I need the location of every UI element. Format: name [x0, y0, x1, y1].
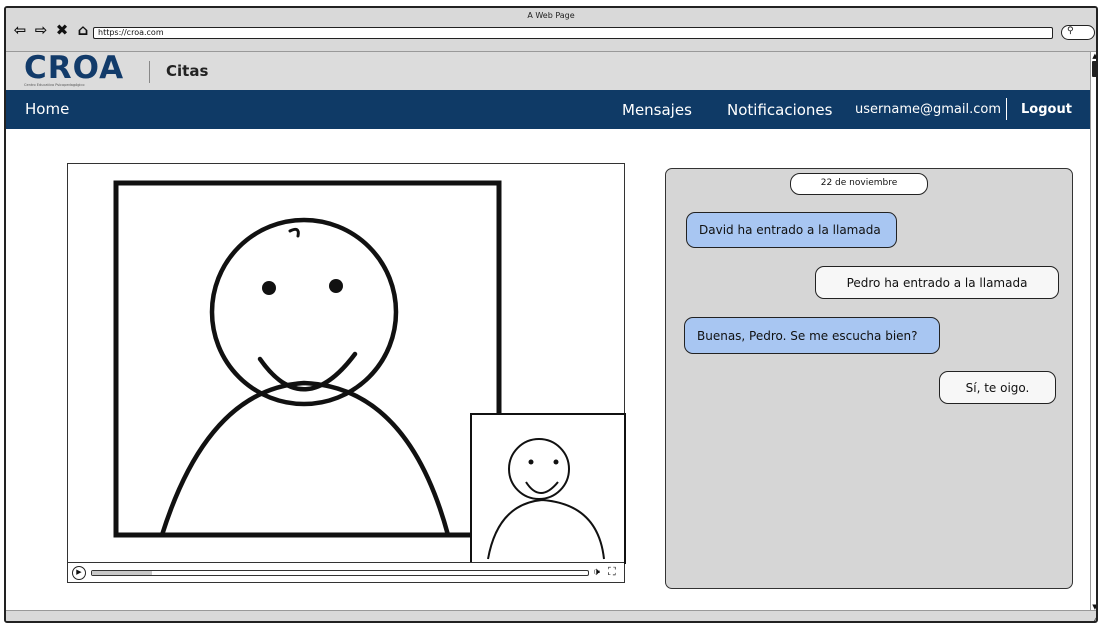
forward-icon[interactable]: ⇨: [32, 21, 50, 39]
chat-message: Buenas, Pedro. Se me escucha bien?: [684, 317, 940, 354]
play-icon[interactable]: ▶: [72, 566, 86, 580]
nav-home-link[interactable]: Home: [25, 100, 69, 118]
nav-divider: [1006, 98, 1007, 120]
app-header: CROA Centro Educativo Psicopedagógico Ci…: [6, 52, 1090, 90]
url-bar[interactable]: https://croa.com: [93, 27, 1053, 39]
browser-nav-controls: ⇦ ⇨ ✖ ⌂: [11, 21, 92, 39]
video-progress-bar[interactable]: [91, 570, 589, 576]
close-icon[interactable]: ✖: [53, 21, 71, 39]
search-icon: ⚲: [1067, 26, 1074, 36]
header-divider: [149, 61, 150, 83]
browser-search-box[interactable]: ⚲: [1061, 25, 1095, 40]
chat-date-separator: 22 de noviembre: [790, 173, 928, 195]
nav-notifications-link[interactable]: Notificaciones: [727, 101, 832, 119]
scroll-up-icon[interactable]: ▲: [1091, 52, 1096, 60]
vertical-scrollbar[interactable]: ▲ ▼: [1090, 52, 1096, 611]
main-participant-placeholder: [113, 180, 502, 538]
video-controls: ▶ 🕩 ⛶: [68, 562, 624, 582]
logo-text: CROA: [24, 50, 125, 86]
volume-icon[interactable]: 🕩: [593, 565, 600, 579]
chat-message: David ha entrado a la llamada: [686, 212, 897, 248]
croa-logo[interactable]: CROA Centro Educativo Psicopedagógico: [24, 53, 124, 89]
browser-titlebar: A Web Page ⇦ ⇨ ✖ ⌂ https://croa.com ⚲: [6, 8, 1096, 52]
video-progress-fill: [92, 571, 152, 575]
browser-window: A Web Page ⇦ ⇨ ✖ ⌂ https://croa.com ⚲ CR…: [4, 6, 1098, 623]
resize-grip-icon[interactable]: ⁄⁄: [1095, 614, 1096, 621]
chat-message: Sí, te oigo.: [939, 371, 1056, 404]
self-view-thumbnail: [470, 413, 626, 564]
main-navbar: Home Mensajes Notificaciones username@gm…: [6, 90, 1090, 129]
home-icon[interactable]: ⌂: [74, 21, 92, 39]
user-email[interactable]: username@gmail.com: [855, 102, 1001, 117]
back-icon[interactable]: ⇦: [11, 21, 29, 39]
page-title: Citas: [166, 62, 209, 80]
nav-messages-link[interactable]: Mensajes: [622, 101, 692, 119]
window-status-bar: ⁄⁄: [6, 610, 1096, 621]
video-player[interactable]: ▶ 🕩 ⛶: [67, 163, 626, 583]
video-feed: [113, 180, 626, 564]
window-title: A Web Page: [527, 11, 575, 20]
logo-subtitle: Centro Educativo Psicopedagógico: [24, 83, 85, 87]
scrollbar-thumb[interactable]: [1092, 61, 1096, 77]
fullscreen-icon[interactable]: ⛶: [608, 565, 616, 579]
chat-message: Pedro ha entrado a la llamada: [815, 266, 1059, 299]
logout-button[interactable]: Logout: [1021, 102, 1072, 117]
chat-panel: 22 de noviembre David ha entrado a la ll…: [665, 168, 1073, 589]
